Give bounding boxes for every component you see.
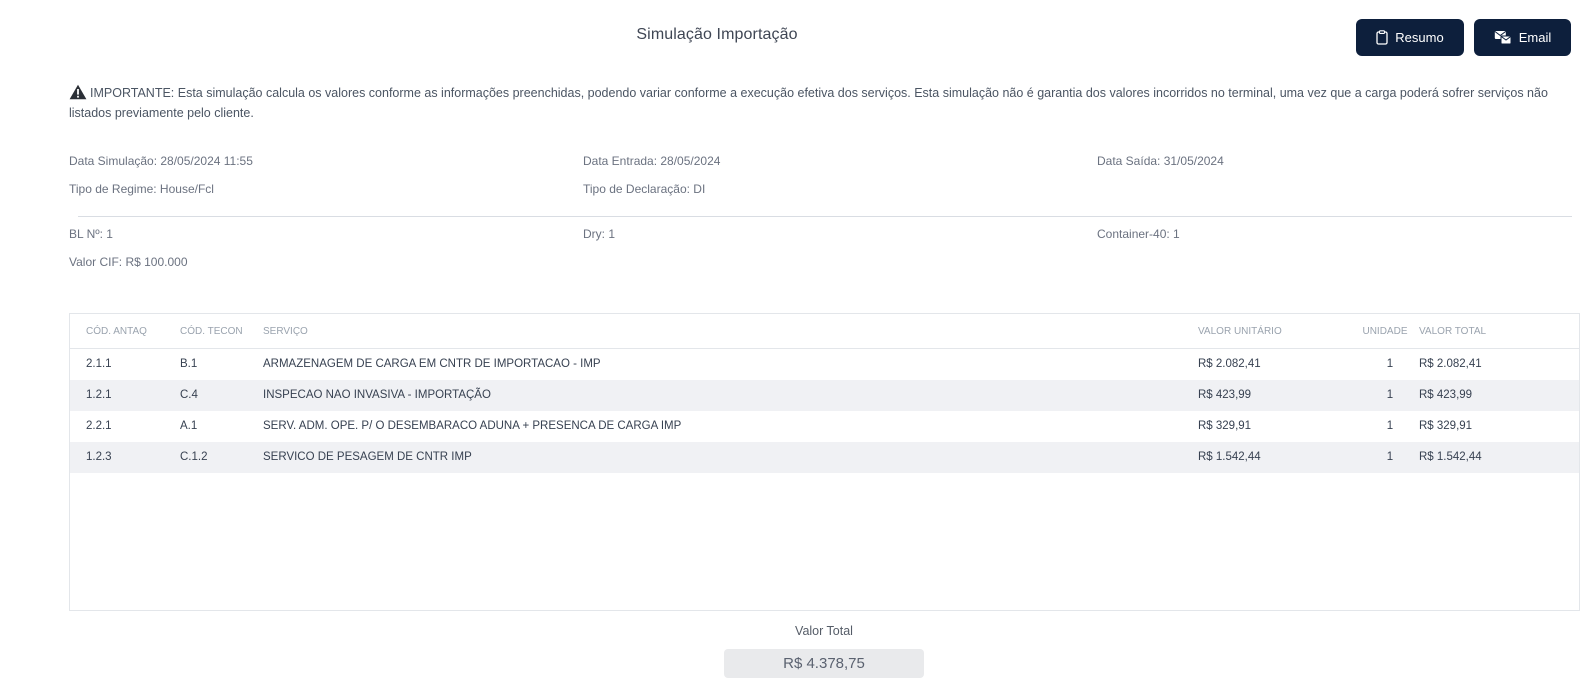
data-simulacao: Data Simulação: 28/05/2024 11:55 bbox=[69, 154, 253, 168]
data-saida: Data Saída: 31/05/2024 bbox=[1097, 154, 1224, 168]
header-cod-antaq[interactable]: CÓD. ANTAQ bbox=[86, 326, 147, 337]
cell-valor-unitario: R$ 329,91 bbox=[1198, 420, 1252, 432]
tipo-declaracao: Tipo de Declaração: DI bbox=[583, 182, 706, 196]
total-label: Valor Total bbox=[795, 624, 853, 638]
dry-count: Dry: 1 bbox=[583, 227, 616, 241]
email-button[interactable]: Email bbox=[1474, 19, 1571, 56]
table-row: 1.2.1 C.4 INSPECAO NAO INVASIVA - IMPORT… bbox=[70, 380, 1579, 411]
data-entrada: Data Entrada: 28/05/2024 bbox=[583, 154, 721, 168]
table-header: CÓD. ANTAQ CÓD. TECON SERVIÇO VALOR UNIT… bbox=[70, 314, 1579, 349]
valor-cif: Valor CIF: R$ 100.000 bbox=[69, 255, 188, 269]
cell-valor-unitario: R$ 1.542,44 bbox=[1198, 451, 1261, 463]
bl-numero: BL Nº: 1 bbox=[69, 227, 113, 241]
page-title: Simulação Importação bbox=[636, 26, 798, 43]
cell-valor-total: R$ 423,99 bbox=[1419, 389, 1473, 401]
warning-triangle-icon bbox=[69, 84, 87, 105]
tipo-regime: Tipo de Regime: House/Fcl bbox=[69, 182, 214, 196]
services-table: CÓD. ANTAQ CÓD. TECON SERVIÇO VALOR UNIT… bbox=[69, 313, 1580, 611]
cell-unidade: 1 bbox=[1386, 420, 1394, 432]
cell-servico: SERVICO DE PESAGEM DE CNTR IMP bbox=[263, 451, 472, 463]
table-row: 1.2.3 C.1.2 SERVICO DE PESAGEM DE CNTR I… bbox=[70, 442, 1579, 473]
cell-unidade: 1 bbox=[1386, 358, 1394, 370]
cell-unidade: 1 bbox=[1386, 389, 1394, 401]
cell-cod-tecon: B.1 bbox=[180, 358, 198, 370]
section-divider bbox=[78, 216, 1572, 217]
important-notice-text: IMPORTANTE: Esta simulação calcula os va… bbox=[69, 86, 1548, 120]
cell-cod-tecon: A.1 bbox=[180, 420, 198, 432]
cell-cod-antaq: 2.1.1 bbox=[86, 358, 112, 370]
header-valor-total[interactable]: VALOR TOTAL bbox=[1419, 326, 1486, 337]
cell-cod-antaq: 2.2.1 bbox=[86, 420, 112, 432]
cell-servico: INSPECAO NAO INVASIVA - IMPORTAÇÃO bbox=[263, 389, 491, 401]
container-count: Container-40: 1 bbox=[1097, 227, 1180, 241]
cell-cod-antaq: 1.2.3 bbox=[86, 451, 112, 463]
resumo-button-label: Resumo bbox=[1395, 30, 1444, 45]
header-unidade[interactable]: UNIDADE bbox=[1362, 326, 1408, 337]
header-servico[interactable]: SERVIÇO bbox=[263, 326, 308, 337]
important-notice: IMPORTANTE: Esta simulação calcula os va… bbox=[69, 84, 1579, 122]
cell-unidade: 1 bbox=[1386, 451, 1394, 463]
header-cod-tecon[interactable]: CÓD. TECON bbox=[180, 326, 243, 337]
table-row: 2.1.1 B.1 ARMAZENAGEM DE CARGA EM CNTR D… bbox=[70, 349, 1579, 380]
cell-servico: ARMAZENAGEM DE CARGA EM CNTR DE IMPORTAC… bbox=[263, 358, 601, 370]
cell-cod-tecon: C.4 bbox=[180, 389, 198, 401]
cell-servico: SERV. ADM. OPE. P/ O DESEMBARACO ADUNA +… bbox=[263, 420, 682, 432]
cell-valor-unitario: R$ 423,99 bbox=[1198, 389, 1252, 401]
cell-cod-tecon: C.1.2 bbox=[180, 451, 208, 463]
email-icon bbox=[1494, 30, 1512, 45]
cell-valor-total: R$ 1.542,44 bbox=[1419, 451, 1482, 463]
cell-cod-antaq: 1.2.1 bbox=[86, 389, 112, 401]
cell-valor-unitario: R$ 2.082,41 bbox=[1198, 358, 1261, 370]
resumo-button[interactable]: Resumo bbox=[1356, 19, 1464, 56]
table-row: 2.2.1 A.1 SERV. ADM. OPE. P/ O DESEMBARA… bbox=[70, 411, 1579, 442]
cell-valor-total: R$ 2.082,41 bbox=[1419, 358, 1482, 370]
clipboard-icon bbox=[1376, 30, 1388, 45]
cell-valor-total: R$ 329,91 bbox=[1419, 420, 1473, 432]
total-value: R$ 4.378,75 bbox=[724, 649, 924, 678]
email-button-label: Email bbox=[1518, 30, 1552, 45]
header-valor-unitario[interactable]: VALOR UNITÁRIO bbox=[1198, 326, 1282, 337]
